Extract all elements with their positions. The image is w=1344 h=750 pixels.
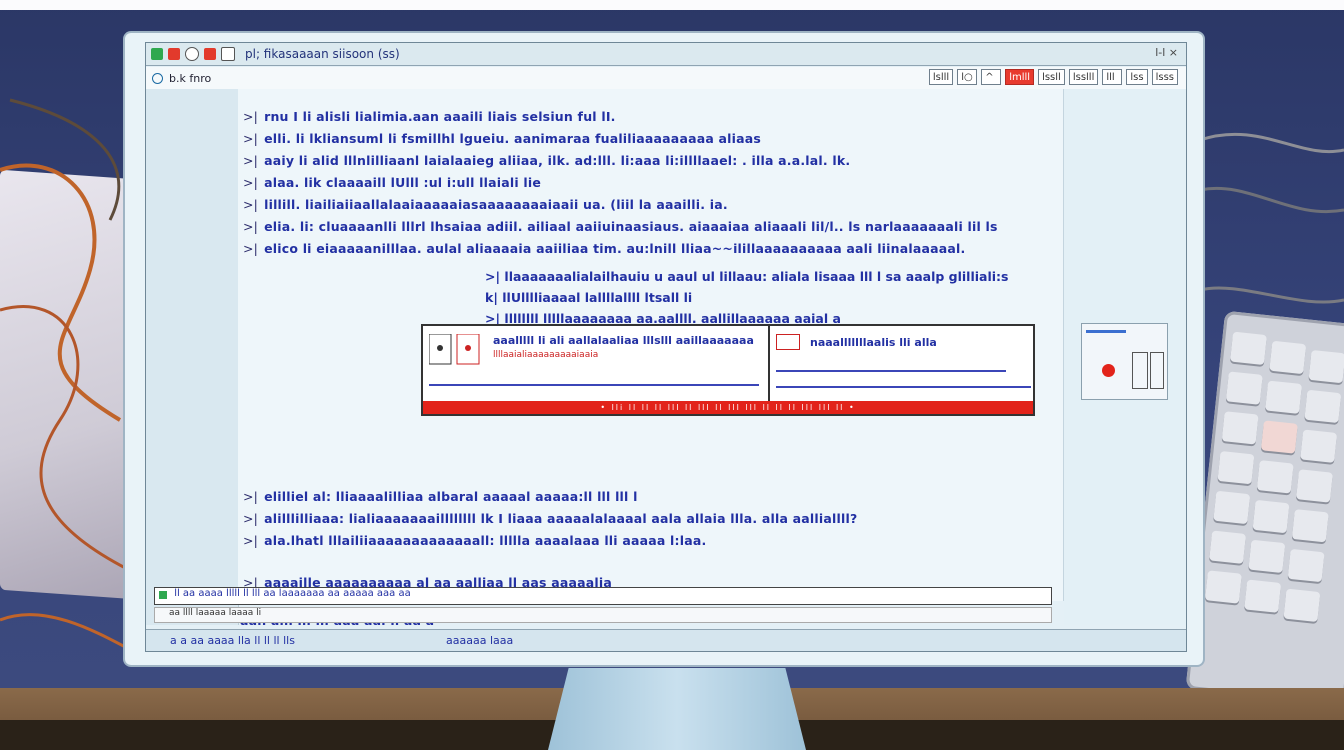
keyboard-key <box>1209 530 1247 564</box>
embedded-panel[interactable]: aaalllll li ali aallalaaliaa lllslll aai… <box>421 324 1035 416</box>
find-bar-secondary-text: aa llll laaaaa laaaa li <box>169 608 262 618</box>
address-text: b.k fnro <box>169 71 212 85</box>
doc-subline: >| llaaaaaaalialailhauiu u aaul ul lilla… <box>485 269 1009 284</box>
status-bar: a a aa aaaa lla ll ll ll lls aaaaaa laaa <box>146 629 1186 651</box>
panel-right-icon <box>776 334 800 350</box>
keyboard-key <box>1260 420 1298 454</box>
address-bar[interactable]: b.k fnro <box>152 72 211 85</box>
doc-line: >| lillill. liailiaiiaallalaaiaaaaaiasaaa… <box>243 197 728 212</box>
panel-right-track <box>776 386 1031 388</box>
doc-line: >| elico li eiaaaaanilllaa. aulal aliaaaa… <box>243 241 966 256</box>
stop-icon[interactable] <box>204 48 216 60</box>
cable <box>0 163 122 422</box>
find-bar-secondary: aa llll laaaaa laaaa li <box>154 607 1052 623</box>
cable <box>1200 132 1344 153</box>
keyboard-key <box>1265 380 1303 414</box>
keyboard-key <box>1287 548 1325 583</box>
keyboard-key <box>1204 570 1242 604</box>
panel-left-label: aaalllll li ali aallalaaliaa lllslll aai… <box>493 334 754 347</box>
window-controls[interactable]: l-l × <box>1155 46 1178 59</box>
doc-line: >| aaiy li alid lllnlilliaanl laialaaieg … <box>243 153 851 168</box>
keyboard-key <box>1300 429 1338 463</box>
doc-line: >| elia. li: cluaaaanlli lllrl lhsaiaa ad… <box>243 219 998 234</box>
doc-line: >| alaa. lik claaaaill lUlll :ul i:ull ll… <box>243 175 542 190</box>
cable <box>9 98 121 221</box>
app-icon <box>151 48 163 60</box>
cables-right <box>1200 132 1344 304</box>
keyboard-key <box>1269 340 1307 375</box>
tool-button[interactable]: lslll <box>928 69 954 85</box>
tool-button[interactable]: lss <box>1126 69 1148 85</box>
monitor-stand <box>548 668 806 750</box>
toolbar: b.k fnro lslll l○ ^ lmlll lssll lsslll l… <box>146 67 1186 90</box>
mini-widget-box <box>1132 352 1148 389</box>
tool-button[interactable]: lsslll <box>1068 69 1099 85</box>
panel-icons <box>429 334 480 365</box>
panel-right: naaalllllllaalis lli alla <box>770 326 1033 402</box>
keyboard-key <box>1256 460 1294 494</box>
status-left: a a aa aaaa lla ll ll ll lls <box>170 634 295 647</box>
mini-widget-bar <box>1086 330 1126 333</box>
cable <box>1200 187 1344 213</box>
tool-button[interactable]: lsss <box>1151 69 1178 85</box>
doc-line: >| rnu I li alisli lialimia.aan aaaili li… <box>243 109 616 124</box>
keyboard-key <box>1244 579 1282 613</box>
window-titlebar: pl; fikasaaaan siisoon (ss) l-l × <box>146 43 1186 66</box>
globe-icon <box>152 72 163 84</box>
panel-icon-dot <box>465 345 471 351</box>
panel-left-track <box>429 384 759 386</box>
keyboard-key <box>1248 539 1286 574</box>
record-dot-icon[interactable] <box>1102 364 1115 377</box>
cable <box>1200 286 1344 304</box>
background-ceiling <box>0 0 1344 10</box>
find-bar-text: ll aa aaaa lllll ll lll aa laaaaaaa aa a… <box>174 588 411 599</box>
find-bar-icon <box>159 591 167 599</box>
window-title: pl; fikasaaaan siisoon (ss) <box>245 47 400 61</box>
keyboard-key <box>1230 331 1267 366</box>
mini-widget-box <box>1150 352 1164 389</box>
keyboard-key <box>1283 588 1321 622</box>
toolbar-tools: lslll l○ ^ lmlll lssll lsslll lll lss ls… <box>928 69 1178 85</box>
panel-left: aaalllll li ali aallalaaliaa lllslll aai… <box>423 326 770 402</box>
mini-widget[interactable] <box>1081 323 1168 400</box>
keyboard-key <box>1217 450 1255 485</box>
tool-button[interactable]: ^ <box>981 69 1002 85</box>
doc-subline: k| llUlllliaaaal lallllallll ltsall li <box>485 290 693 305</box>
keyboard-key <box>1252 499 1290 534</box>
doc-line: >| elilliel al: lliaaaalilliaa albaral aa… <box>243 489 638 504</box>
tool-button[interactable]: l○ <box>957 69 978 85</box>
keyboard-key <box>1221 411 1259 445</box>
panel-right-track <box>776 370 1006 372</box>
panel-right-label: naaalllllllaalis lli alla <box>810 336 937 349</box>
panel-left-sublabel: llllaaialiaaaaaaaaaiaaia <box>493 350 599 360</box>
status-right: aaaaaa laaa <box>446 634 514 647</box>
doc-line: >| ala.lhatl lllailiiaaaaaaaaaaaaall: lll… <box>243 533 707 548</box>
keyboard-key <box>1291 509 1329 543</box>
tool-button[interactable]: lll <box>1102 69 1123 85</box>
keyboard-key <box>1225 371 1263 405</box>
save-icon[interactable] <box>221 47 235 61</box>
keyboard-key <box>1304 389 1342 424</box>
record-icon[interactable] <box>168 48 180 60</box>
keyboard-key <box>1308 349 1344 384</box>
tool-button[interactable]: lssll <box>1038 69 1065 85</box>
tool-button-active[interactable]: lmlll <box>1005 69 1035 85</box>
find-bar[interactable]: ll aa aaaa lllll ll lll aa laaaaaaa aa a… <box>154 587 1052 605</box>
left-pane <box>146 89 239 625</box>
doc-line: >| elli. li lkliansuml li fsmillhl lgueiu… <box>243 131 762 146</box>
doc-line: >| alilllilliaaa: lialiaaaaaaaillllllll l… <box>243 511 858 526</box>
panel-status-bar: • lli ll ll ll lll ll lll ll lll lll ll … <box>423 401 1033 414</box>
keyboard-key <box>1213 490 1251 525</box>
document-area: >| rnu I li alisli lialimia.aan aaaili li… <box>238 89 1064 628</box>
refresh-icon[interactable] <box>185 47 199 61</box>
panel-icon-dot <box>437 345 443 351</box>
monitor-screen: pl; fikasaaaan siisoon (ss) l-l × b.k fn… <box>145 42 1187 652</box>
keyboard-key <box>1295 469 1333 503</box>
